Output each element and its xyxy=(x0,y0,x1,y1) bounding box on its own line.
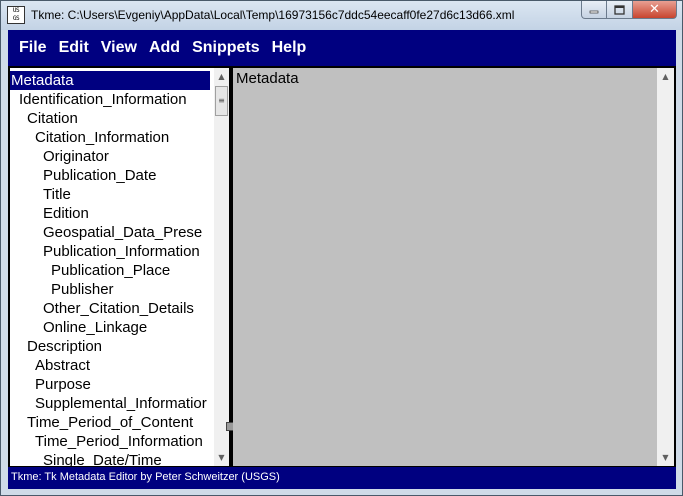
content-pane[interactable]: Metadata xyxy=(233,68,657,466)
tree-node[interactable]: Metadata xyxy=(10,71,210,90)
tree-node[interactable]: Identification_Information xyxy=(19,90,187,109)
minimize-button[interactable] xyxy=(581,1,607,19)
client-area: File Edit View Add Snippets Help Metadat… xyxy=(8,30,676,489)
scroll-up-icon[interactable]: ▲ xyxy=(214,68,229,85)
maximize-button[interactable] xyxy=(607,1,633,19)
tree-node[interactable]: Abstract xyxy=(35,356,90,375)
tree-node[interactable]: Publication_Information xyxy=(43,242,200,261)
tree-node[interactable]: Time_Period_Information xyxy=(35,432,203,451)
tree-node[interactable]: Other_Citation_Details xyxy=(43,299,194,318)
menu-file[interactable]: File xyxy=(13,39,53,57)
maximize-icon xyxy=(614,4,625,15)
usgs-logo-icon[interactable]: US GS xyxy=(7,6,25,24)
tree-node[interactable]: Purpose xyxy=(35,375,91,394)
scroll-down-icon[interactable]: ▼ xyxy=(657,449,674,466)
tree-scroll-thumb[interactable]: ≡ xyxy=(215,86,228,116)
status-text: Tkme: Tk Metadata Editor by Peter Schwei… xyxy=(11,471,280,483)
tree-node[interactable]: Publisher xyxy=(51,280,114,299)
tree-node[interactable]: Online_Linkage xyxy=(43,318,147,337)
content-scrollbar[interactable]: ▲ ▼ xyxy=(657,68,674,466)
element-tree[interactable]: Metadata Identification_Information Citati… xyxy=(10,68,214,466)
menu-bar: File Edit View Add Snippets Help xyxy=(8,30,676,66)
tree-node[interactable]: Supplemental_Informatior xyxy=(35,394,207,413)
app-window: US GS Tkme: C:\Users\Evgeniy\AppData\Loc… xyxy=(0,0,683,496)
close-button[interactable]: ✕ xyxy=(633,1,677,19)
menu-snippets[interactable]: Snippets xyxy=(186,39,266,57)
tree-node[interactable]: Geospatial_Data_Prese xyxy=(43,223,202,242)
tree-node[interactable]: Publication_Place xyxy=(51,261,170,280)
status-bar: Tkme: Tk Metadata Editor by Peter Schwei… xyxy=(8,467,676,489)
tree-node[interactable]: Description xyxy=(27,337,102,356)
window-title: Tkme: C:\Users\Evgeniy\AppData\Local\Tem… xyxy=(31,8,515,22)
menu-edit[interactable]: Edit xyxy=(53,39,95,57)
menu-view[interactable]: View xyxy=(95,39,143,57)
tree-node[interactable]: Originator xyxy=(43,147,109,166)
scroll-up-icon[interactable]: ▲ xyxy=(657,68,674,85)
close-icon: ✕ xyxy=(649,2,660,17)
scroll-down-icon[interactable]: ▼ xyxy=(214,449,229,466)
tree-scrollbar[interactable]: ▲ ≡ ▼ xyxy=(214,68,229,466)
tree-node[interactable]: Publication_Date xyxy=(43,166,156,185)
tree-node[interactable]: Citation_Information xyxy=(35,128,169,147)
content-heading: Metadata xyxy=(236,70,299,87)
menu-add[interactable]: Add xyxy=(143,39,186,57)
title-bar[interactable]: US GS Tkme: C:\Users\Evgeniy\AppData\Loc… xyxy=(1,1,682,30)
tree-node[interactable]: Single_Date/Time xyxy=(43,451,162,466)
tree-node[interactable]: Time_Period_of_Content xyxy=(27,413,193,432)
tree-node[interactable]: Edition xyxy=(43,204,89,223)
minimize-icon xyxy=(589,10,599,13)
tree-node[interactable]: Title xyxy=(43,185,71,204)
tree-node[interactable]: Citation xyxy=(27,109,78,128)
menu-help[interactable]: Help xyxy=(266,39,313,57)
